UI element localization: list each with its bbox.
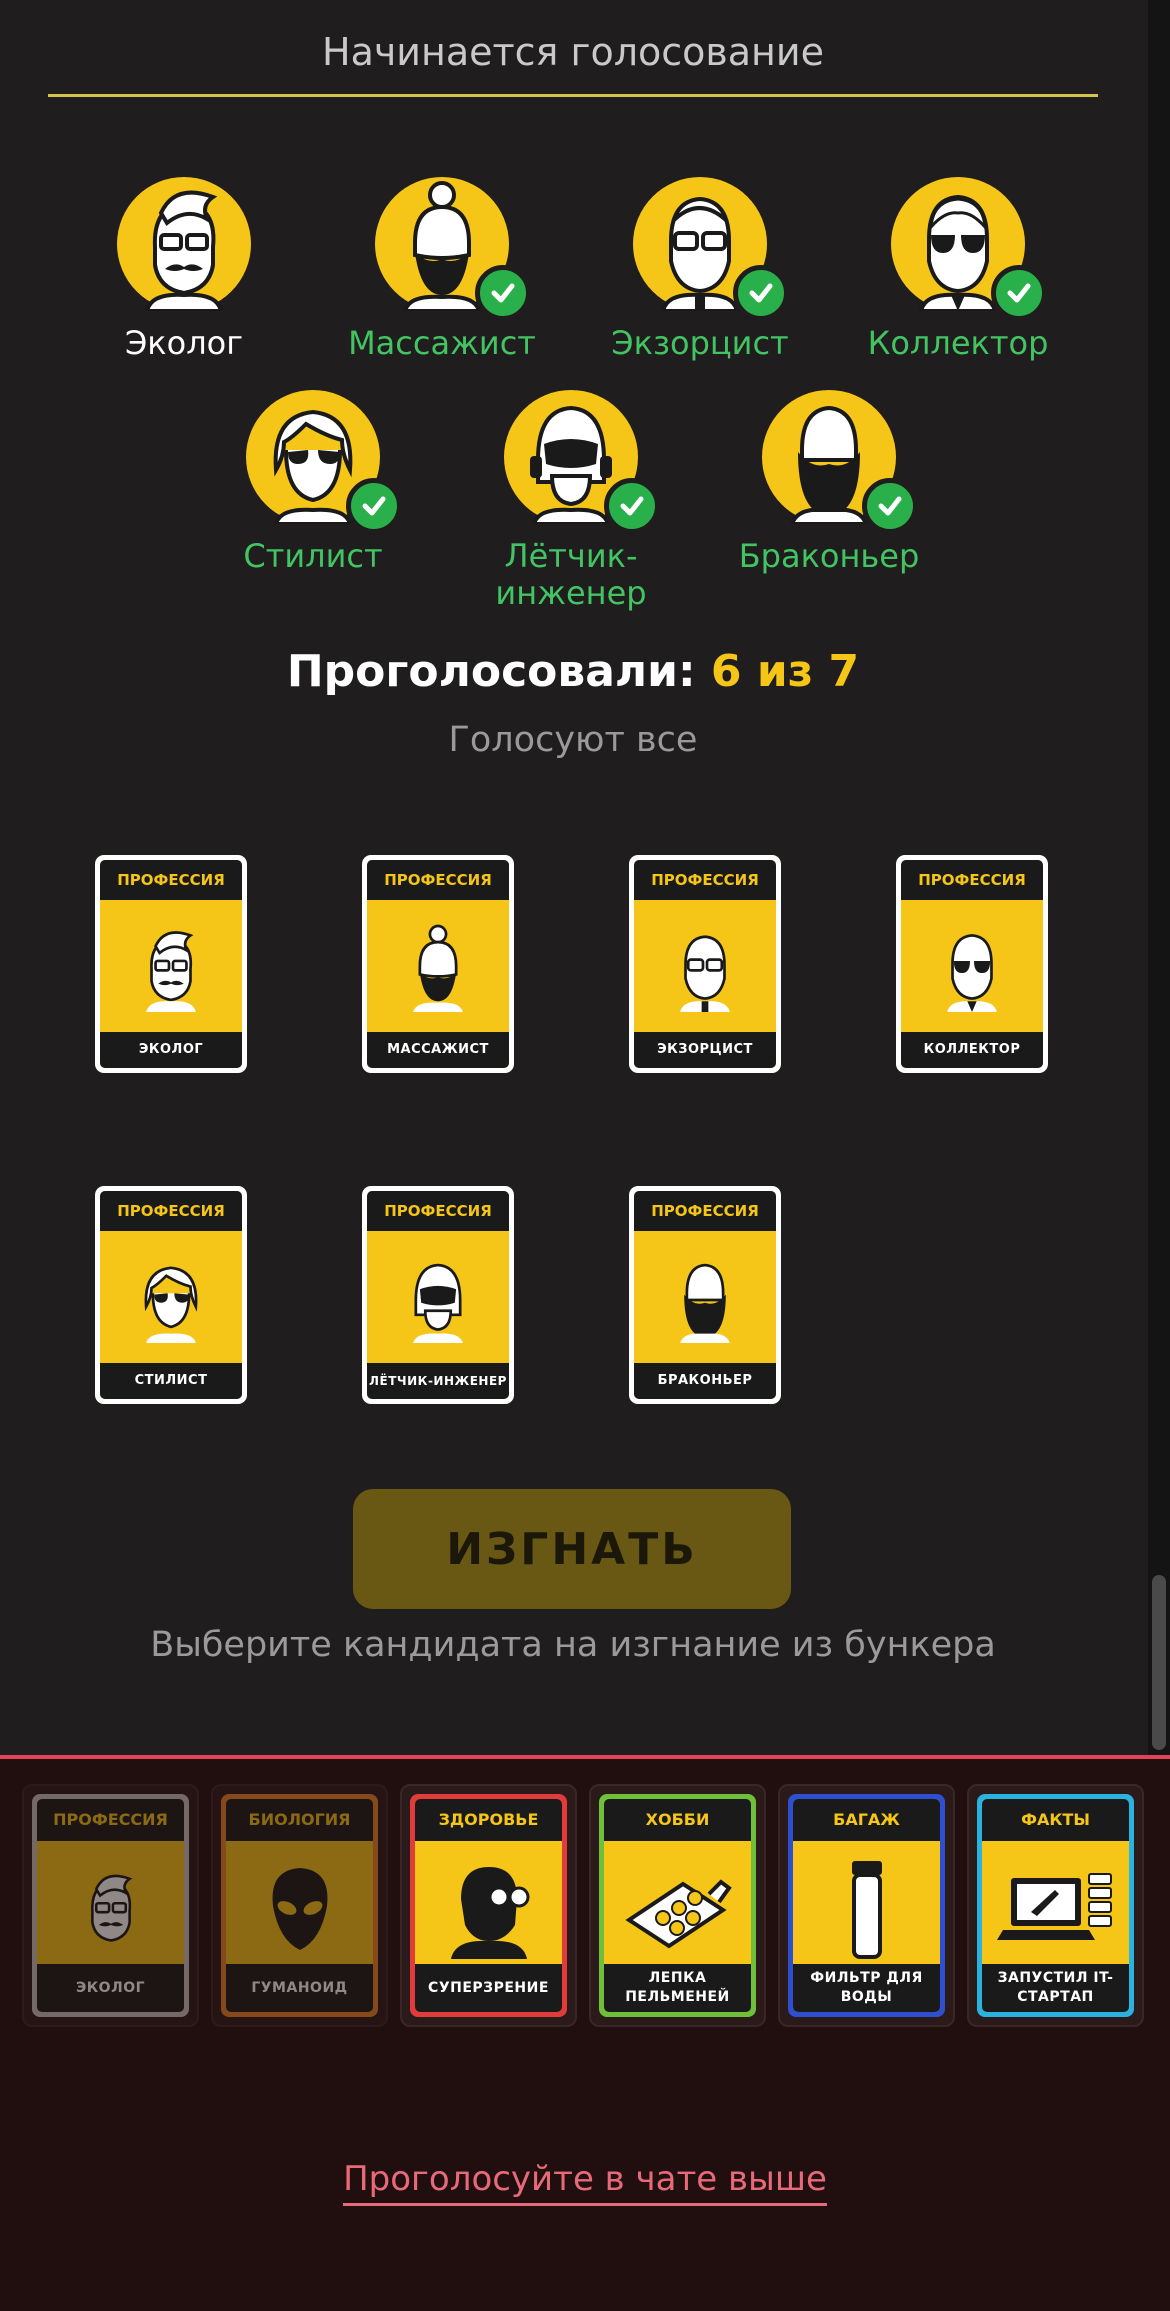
card-category: ПРОФЕССИЯ [37, 1799, 184, 1841]
card-value: ЗАПУСТИЛ IT-СТАРТАП [982, 1964, 1129, 2012]
card-name: СТИЛИСТ [100, 1363, 242, 1399]
voted-check-icon [733, 265, 789, 321]
ecologist-avatar-icon [117, 177, 251, 311]
stylist-icon [100, 1235, 242, 1361]
vote-in-chat-link[interactable]: Проголосуйте в чате выше [0, 2159, 1170, 2206]
poacher-icon [634, 1235, 776, 1361]
voted-check-icon [475, 265, 531, 321]
candidate-card-collector[interactable]: ПРОФЕССИЯ КОЛЛЕКТОР [896, 855, 1048, 1073]
voted-check-icon [604, 478, 660, 534]
hand-card-profession[interactable]: ПРОФЕССИЯ ЭКОЛОГ [22, 1784, 199, 2027]
card-name: ЭКОЛОГ [100, 1032, 242, 1068]
player-pilot: Лётчик-инженер [451, 390, 691, 612]
card-name: КОЛЛЕКТОР [901, 1032, 1043, 1068]
page-title: Начинается голосование [322, 30, 824, 74]
card-category: ПРОФЕССИЯ [634, 860, 776, 900]
player-name: Экзорцист [611, 324, 789, 362]
hand-card-baggage[interactable]: БАГАЖ ФИЛЬТР ДЛЯ ВОДЫ [778, 1784, 955, 2027]
card-value: ГУМАНОИД [226, 1964, 373, 2012]
scrollbar-thumb[interactable] [1152, 1575, 1166, 1750]
hand-card-hobby[interactable]: ХОББИ ЛЕПКА ПЕЛЬМЕНЕЙ [589, 1784, 766, 2027]
kick-hint: Выберите кандидата на изгнание из бункер… [150, 1625, 996, 1665]
voting-mode: Голосуют все [448, 720, 698, 760]
card-name: БРАКОНЬЕР [634, 1363, 776, 1399]
card-category: БАГАЖ [793, 1799, 940, 1841]
hand-card-facts[interactable]: ФАКТЫ ЗАПУСТИЛ IT-СТАРТАП [967, 1784, 1144, 2027]
poacher-avatar-icon [762, 390, 918, 534]
card-value: ЭКОЛОГ [37, 1964, 184, 2012]
player-name: Коллектор [867, 324, 1049, 362]
candidate-card-masseur[interactable]: ПРОФЕССИЯ МАССАЖИСТ [362, 855, 514, 1073]
card-name: ЛЁТЧИК-ИНЖЕНЕР [367, 1363, 509, 1399]
player-hand-panel: ПРОФЕССИЯ ЭКОЛОГ БИОЛОГИЯ ГУМАНОИД ЗДОРО… [0, 1755, 1170, 2311]
card-category: ПРОФЕССИЯ [367, 860, 509, 900]
card-value: СУПЕРЗРЕНИЕ [415, 1964, 562, 2012]
collector-avatar-icon [891, 177, 1047, 321]
kick-button[interactable]: ИЗГНАТЬ [353, 1489, 791, 1609]
exorcist-icon [634, 904, 776, 1030]
superman-vision-icon [415, 1843, 562, 1974]
vote-counter: Проголосовали: 6 из 7 [0, 646, 1146, 697]
collector-icon [901, 904, 1043, 1030]
voted-check-icon [862, 478, 918, 534]
laptop-rocket-icon [982, 1843, 1129, 1974]
player-exorcist: Экзорцист [580, 177, 820, 362]
voted-check-icon [346, 478, 402, 534]
pilot-icon [367, 1235, 509, 1361]
player-name: Стилист [243, 537, 383, 575]
card-value: ЛЕПКА ПЕЛЬМЕНЕЙ [604, 1964, 751, 2012]
player-name: Браконьер [738, 537, 920, 575]
stylist-avatar-icon [246, 390, 402, 534]
card-category: ХОББИ [604, 1799, 751, 1841]
hand-card-health[interactable]: ЗДОРОВЬЕ СУПЕРЗРЕНИЕ [400, 1784, 577, 2027]
card-category: ПРОФЕССИЯ [100, 1191, 242, 1231]
card-category: ПРОФЕССИЯ [367, 1191, 509, 1231]
card-value: ФИЛЬТР ДЛЯ ВОДЫ [793, 1964, 940, 2012]
player-name: Эколог [124, 324, 244, 362]
ecologist-icon [100, 904, 242, 1030]
card-category: БИОЛОГИЯ [226, 1799, 373, 1841]
candidate-card-poacher[interactable]: ПРОФЕССИЯ БРАКОНЬЕР [629, 1186, 781, 1404]
card-name: ЭКЗОРЦИСТ [634, 1032, 776, 1068]
water-filter-icon [793, 1843, 940, 1974]
masseur-avatar-icon [375, 177, 531, 321]
header-divider [48, 94, 1098, 97]
card-category: ЗДОРОВЬЕ [415, 1799, 562, 1841]
exorcist-avatar-icon [633, 177, 789, 321]
scrollbar[interactable] [1148, 0, 1170, 1755]
player-name: Лётчик-инженер [495, 537, 647, 612]
card-category: ПРОФЕССИЯ [901, 860, 1043, 900]
candidate-card-exorcist[interactable]: ПРОФЕССИЯ ЭКЗОРЦИСТ [629, 855, 781, 1073]
vote-counter-value: 6 из 7 [710, 646, 860, 697]
pilot-avatar-icon [504, 390, 660, 534]
card-category: ПРОФЕССИЯ [100, 860, 242, 900]
ecologist-icon [37, 1843, 184, 1974]
vote-in-chat-label[interactable]: Проголосуйте в чате выше [343, 2159, 827, 2206]
player-poacher: Браконьер [709, 390, 949, 575]
dumpling-board-icon [604, 1843, 751, 1974]
card-name: МАССАЖИСТ [367, 1032, 509, 1068]
candidate-card-ecologist[interactable]: ПРОФЕССИЯ ЭКОЛОГ [95, 855, 247, 1073]
card-category: ПРОФЕССИЯ [634, 1191, 776, 1231]
hand-card-biology[interactable]: БИОЛОГИЯ ГУМАНОИД [211, 1784, 388, 2027]
candidate-card-pilot[interactable]: ПРОФЕССИЯ ЛЁТЧИК-ИНЖЕНЕР [362, 1186, 514, 1404]
masseur-icon [367, 904, 509, 1030]
vote-counter-label: Проголосовали: [286, 646, 696, 697]
player-masseur: Массажист [322, 177, 562, 362]
candidate-card-stylist[interactable]: ПРОФЕССИЯ СТИЛИСТ [95, 1186, 247, 1404]
voted-check-icon [991, 265, 1047, 321]
card-category: ФАКТЫ [982, 1799, 1129, 1841]
player-collector: Коллектор [838, 177, 1078, 362]
player-stylist: Стилист [193, 390, 433, 575]
hand-cards: ПРОФЕССИЯ ЭКОЛОГ БИОЛОГИЯ ГУМАНОИД ЗДОРО… [22, 1784, 1144, 2027]
alien-icon [226, 1843, 373, 1974]
player-name: Массажист [348, 324, 536, 362]
player-ecologist: Эколог [64, 177, 304, 362]
